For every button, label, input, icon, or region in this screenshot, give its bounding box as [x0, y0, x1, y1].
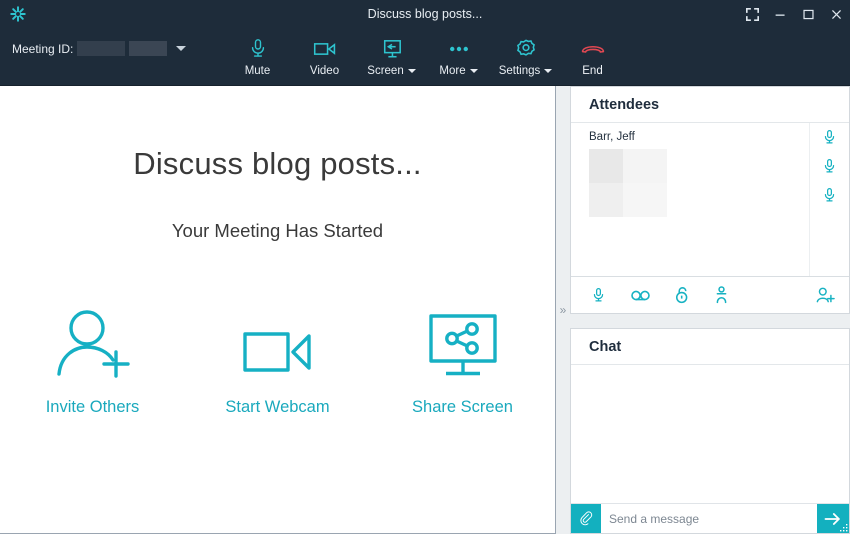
window-controls: [738, 0, 850, 28]
title-bar: Discuss blog posts...: [0, 0, 850, 28]
chat-input-row: [571, 503, 849, 533]
minimize-icon: [775, 14, 785, 16]
app-body: Discuss blog posts... Your Meeting Has S…: [0, 86, 850, 534]
mute-all-button[interactable]: [591, 287, 606, 304]
video-button-label: Video: [309, 65, 340, 77]
maximize-button[interactable]: [794, 0, 822, 28]
chat-message-input[interactable]: [601, 504, 817, 533]
mute-button-label: Mute: [244, 65, 271, 77]
fullscreen-button[interactable]: [738, 0, 766, 28]
chat-title: Chat: [589, 338, 622, 355]
chat-panel-header: Chat: [571, 329, 849, 365]
share-screen-button[interactable]: Share Screen: [370, 304, 555, 417]
video-camera-icon: [313, 38, 337, 60]
meeting-id-label: Meeting ID:: [12, 41, 74, 56]
settings-button[interactable]: Settings: [492, 36, 559, 77]
screen-button[interactable]: Screen: [358, 36, 425, 77]
attendee-name: Barr, Jeff: [589, 131, 635, 143]
chevron-down-icon: [544, 69, 553, 73]
close-button[interactable]: [822, 0, 850, 28]
settings-button-label: Settings: [498, 65, 541, 77]
meeting-id-redacted-block-1: [77, 41, 126, 56]
app-logo: [0, 0, 30, 28]
end-call-button[interactable]: End: [559, 36, 626, 77]
meeting-id-field[interactable]: Meeting ID:: [0, 41, 187, 56]
microphone-icon: [248, 38, 268, 60]
chat-panel: Chat: [570, 328, 850, 534]
mute-button[interactable]: Mute: [224, 36, 291, 77]
screen-button-label: Screen: [367, 65, 404, 77]
meeting-stage: Discuss blog posts... Your Meeting Has S…: [0, 86, 556, 534]
maximize-icon: [802, 9, 814, 19]
invite-others-label: Invite Others: [45, 398, 140, 416]
microphone-icon[interactable]: [822, 129, 837, 151]
end-call-button-label: End: [582, 65, 603, 77]
attendees-list: Barr, Jeff: [571, 123, 849, 276]
start-webcam-button[interactable]: Start Webcam: [185, 304, 370, 417]
attendees-title: Attendees: [589, 96, 660, 113]
double-chevron-right-icon[interactable]: »: [560, 304, 567, 316]
attach-file-button[interactable]: [571, 504, 601, 533]
person-add-icon: [50, 304, 136, 382]
meeting-status-text: Your Meeting Has Started: [171, 220, 384, 241]
chevron-down-icon: [407, 69, 416, 73]
monitor-share-icon: [420, 304, 506, 382]
microphone-icon[interactable]: [822, 187, 837, 209]
meeting-toolbar: Meeting ID: Mute Video Screen More Setti…: [0, 28, 850, 86]
chat-message-log[interactable]: [571, 365, 849, 503]
window-title: Discuss blog posts...: [367, 7, 483, 21]
attendees-panel: Attendees Barr, Jeff: [570, 86, 850, 314]
presenter-button[interactable]: [714, 286, 729, 304]
list-item[interactable]: Barr, Jeff: [589, 131, 809, 217]
stage-actions: Invite Others Start Webcam Share Screen: [0, 304, 555, 417]
add-attendee-button[interactable]: [816, 287, 835, 304]
minimize-button[interactable]: [766, 0, 794, 28]
video-camera-icon: [235, 304, 321, 382]
ellipsis-icon: [448, 38, 470, 60]
attendees-toolbar: [571, 276, 849, 313]
paperclip-icon: [580, 510, 593, 525]
chevron-down-icon: [469, 69, 478, 73]
attendee-mic-indicators: [809, 123, 849, 276]
invite-others-button[interactable]: Invite Others: [0, 304, 185, 417]
right-sidebar: » Attendees Barr, Jeff Chat Send a messa…: [556, 86, 850, 534]
lock-meeting-button[interactable]: [675, 286, 690, 304]
resize-grip-icon[interactable]: [840, 524, 848, 532]
screen-share-icon: [381, 38, 403, 60]
hangup-phone-icon: [580, 38, 606, 60]
microphone-icon[interactable]: [822, 158, 837, 180]
meeting-id-redacted-block-2: [129, 41, 168, 56]
start-webcam-label: Start Webcam: [225, 398, 330, 416]
more-button-label: More: [439, 65, 466, 77]
more-button[interactable]: More: [425, 36, 492, 77]
sidebar-collapse-strip[interactable]: »: [556, 86, 570, 534]
fullscreen-icon: [745, 7, 759, 21]
recording-button[interactable]: [630, 289, 651, 302]
attendee-entries: Barr, Jeff: [571, 123, 809, 276]
send-message-button[interactable]: [817, 504, 849, 533]
attendees-panel-header: Attendees: [571, 87, 849, 123]
gear-icon: [515, 38, 537, 60]
share-screen-label: Share Screen: [412, 398, 513, 416]
video-button[interactable]: Video: [291, 36, 358, 77]
chevron-down-icon[interactable]: [176, 46, 187, 51]
attendee-redacted-block: [589, 149, 667, 217]
asterisk-logo-icon: [10, 6, 26, 22]
page-title: Discuss blog posts...: [133, 146, 422, 181]
meeting-app-window: Discuss blog posts... Meeting ID: Mute V…: [0, 0, 850, 534]
close-icon: [831, 9, 841, 19]
toolbar-buttons: Mute Video Screen More Settings End: [224, 36, 626, 77]
